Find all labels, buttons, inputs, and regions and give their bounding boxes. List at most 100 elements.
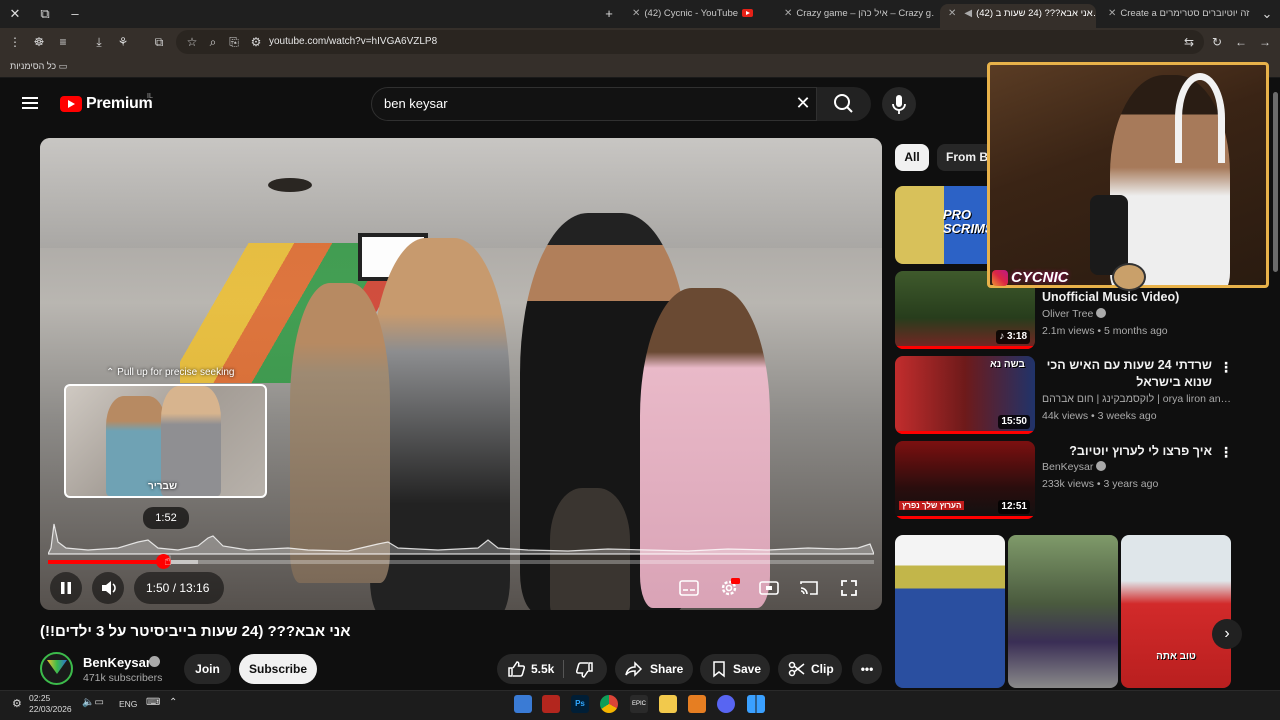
close-window-icon[interactable]: ✕ <box>4 4 26 24</box>
chevron-up-icon: ⌃ <box>106 367 115 378</box>
video-duration: 15:50 <box>998 415 1030 429</box>
channel-avatar[interactable] <box>40 652 73 685</box>
gear-icon <box>721 578 740 596</box>
tray-chevron-icon[interactable]: ⌃ <box>169 697 177 708</box>
keyboard-icon[interactable]: ⌨ <box>146 697 160 708</box>
more-vertical-icon[interactable]: ⋮ <box>1219 444 1233 460</box>
short-thumbnail[interactable] <box>895 535 1005 688</box>
epic-games-icon[interactable]: EPIC <box>630 695 648 713</box>
chevron-right-icon: › <box>1224 625 1230 642</box>
recommendation-channel[interactable]: לוקסמבקינג | חום אברהם | orya liron and … <box>1042 393 1232 405</box>
chrome-icon[interactable] <box>600 695 618 713</box>
shorts-next-button[interactable]: › <box>1212 619 1242 649</box>
clear-search-icon[interactable]: ✕ <box>794 93 812 113</box>
discord-icon[interactable] <box>717 695 735 713</box>
forward-icon[interactable]: ← <box>1232 34 1250 50</box>
settings-button[interactable] <box>718 578 740 598</box>
puzzle-extensions-icon[interactable]: ⧉ <box>150 34 168 50</box>
recommendation-thumbnail[interactable]: בשה נא 15:50 <box>895 356 1035 434</box>
thumbs-up-icon[interactable] <box>507 660 525 678</box>
recommendation-thumbnail[interactable]: הערוץ שלך נפרץ 12:51 <box>895 441 1035 519</box>
reading-list-icon[interactable]: ≡ <box>54 34 72 50</box>
time-display: 1:50 / 13:16 <box>146 581 209 595</box>
short-caption: טוב אתה <box>1156 651 1196 662</box>
subscribe-button[interactable]: Subscribe <box>239 654 317 684</box>
menu-dots-icon[interactable]: ⋮ <box>6 34 24 50</box>
fullscreen-button[interactable] <box>838 578 860 598</box>
save-button[interactable]: Save <box>700 654 770 684</box>
close-tab-icon[interactable]: ✕ <box>632 4 640 24</box>
mute-button[interactable] <box>92 572 124 604</box>
tab-search-icon[interactable]: ⌄ <box>1256 4 1278 24</box>
more-vertical-icon[interactable]: ⋮ <box>1219 359 1233 375</box>
watched-progress-bar <box>895 516 1035 519</box>
fullscreen-icon <box>841 580 857 596</box>
site-info-icon[interactable]: ⚙ <box>247 34 265 50</box>
download-icon[interactable]: ⤓ <box>90 34 108 50</box>
page-settings-icon[interactable]: ⇆ <box>1180 34 1198 50</box>
recommendation-meta: 2.1m views • 5 months ago <box>1042 325 1168 337</box>
logo-text[interactable]: Premium <box>86 95 153 113</box>
reload-icon[interactable]: ↻ <box>1208 34 1226 50</box>
install-app-icon[interactable]: ⎘ <box>225 34 243 50</box>
like-count[interactable]: 5.5k <box>531 654 554 684</box>
browser-tab-active[interactable]: ✕ ◀ (42) אני אבא??? (24 שעות ב… <box>940 4 1096 28</box>
recommendation-title[interactable]: איך פרצו לי לערוץ יוטיוב? <box>1042 443 1212 460</box>
notes-app-icon[interactable] <box>514 695 532 713</box>
voice-search-button[interactable] <box>882 87 916 121</box>
zoom-icon[interactable]: ⌕ <box>204 34 222 50</box>
cast-button[interactable] <box>798 578 820 598</box>
share-button[interactable]: Share <box>615 654 693 684</box>
verified-badge-icon <box>149 656 160 667</box>
join-button[interactable]: Join <box>184 654 231 684</box>
browser-tab[interactable]: ✕ Create a זה יוטיוברים סטרימרים <box>1100 4 1250 28</box>
recommendation-title[interactable]: Unofficial Music Video) <box>1042 289 1212 306</box>
close-tab-icon[interactable]: ✕ <box>1108 4 1116 24</box>
youtube-logo-icon[interactable] <box>60 96 82 112</box>
scrollbar-thumb[interactable] <box>1273 92 1278 272</box>
restore-window-icon[interactable]: ⧉ <box>34 4 56 24</box>
channel-name[interactable]: BenKeysar <box>83 655 151 670</box>
weather-icon[interactable]: ⚙ <box>12 697 22 710</box>
more-actions-button[interactable]: ••• <box>852 654 882 684</box>
back-icon[interactable]: → <box>1256 34 1274 50</box>
browser-tab[interactable]: ✕ Crazy game – איל כהן – Crazy g… <box>776 4 934 28</box>
bookmark-star-icon[interactable]: ☆ <box>183 34 201 50</box>
extension-icon[interactable]: ⚘ <box>114 34 132 50</box>
share-label: Share <box>650 662 684 676</box>
file-explorer-icon[interactable] <box>659 695 677 713</box>
seek-hint-text: Pull up for precise seeking <box>117 367 235 378</box>
network-volume-icon[interactable]: 🔈▭ <box>82 697 104 708</box>
bookmark-icon <box>713 661 725 678</box>
windows-start-icon[interactable] <box>747 695 765 713</box>
recommendation-channel[interactable]: BenKeysar <box>1042 461 1232 473</box>
most-replayed-heatmap <box>48 523 874 555</box>
close-tab-icon[interactable]: ✕ <box>784 4 792 24</box>
new-tab-icon[interactable]: + <box>598 4 620 24</box>
recommendation-channel[interactable]: Oliver Tree <box>1042 308 1232 320</box>
recommendation-title[interactable]: שרדתי 24 שעות עם האיש הכי שנוא בישראל <box>1042 357 1212 391</box>
play-pause-button[interactable] <box>50 572 82 604</box>
thumbs-down-icon[interactable] <box>576 661 594 679</box>
short-thumbnail[interactable]: טוב אתה <box>1121 535 1231 688</box>
browser-tab[interactable]: ✕ (42) Cycnic - YouTube <box>624 4 772 28</box>
short-thumbnail[interactable] <box>1008 535 1118 688</box>
audio-playing-icon[interactable]: ◀ <box>964 4 972 24</box>
search-query-text[interactable]: ben keysar <box>384 96 448 111</box>
hamburger-menu-icon[interactable] <box>22 97 38 109</box>
url-text[interactable]: youtube.com/watch?v=hIVGA6VZLP8 <box>269 36 437 47</box>
close-tab-icon[interactable]: ✕ <box>948 4 956 24</box>
photoshop-icon[interactable]: Ps <box>571 695 589 713</box>
language-indicator[interactable]: ENG <box>119 699 137 709</box>
media-app-icon[interactable] <box>542 695 560 713</box>
subtitles-button[interactable] <box>678 578 700 598</box>
extension-owl-icon[interactable]: ☸ <box>30 34 48 50</box>
miniplayer-button[interactable] <box>758 578 780 598</box>
chip-all[interactable]: All <box>895 144 929 171</box>
minimize-window-icon[interactable]: – <box>64 4 86 24</box>
all-bookmarks-link[interactable]: כל הסימניות ▭ <box>10 61 67 72</box>
clip-button[interactable]: Clip <box>778 654 842 684</box>
taskbar-clock[interactable]: 02:25 22/03/2026 <box>29 693 72 715</box>
search-button[interactable] <box>817 87 871 121</box>
office-icon[interactable] <box>688 695 706 713</box>
